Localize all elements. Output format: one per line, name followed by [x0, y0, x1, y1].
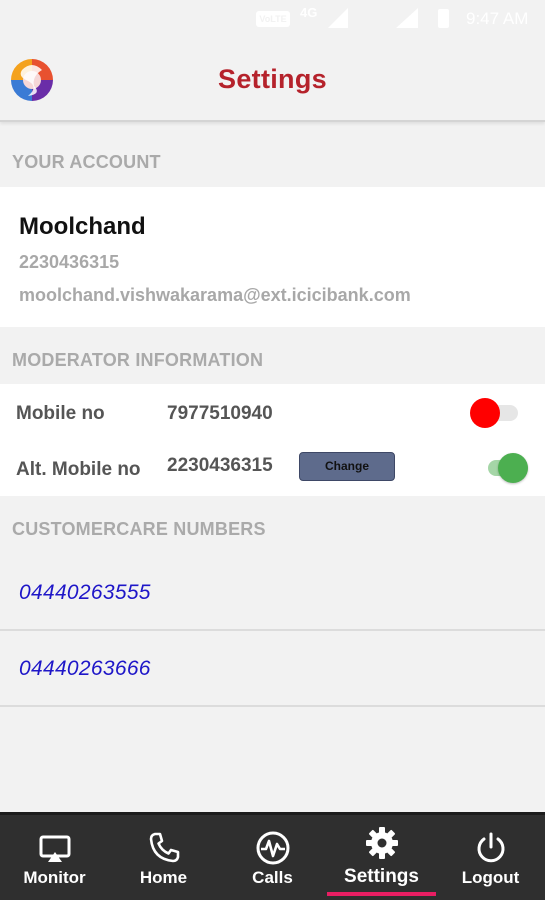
status-bar: VoLTE 4G 9:47 AM	[0, 0, 545, 38]
phone-icon	[149, 832, 179, 863]
section-title-customercare: CUSTOMERCARE NUMBERS	[12, 519, 266, 539]
gear-icon	[365, 827, 398, 859]
section-title-moderator: MODERATOR INFORMATION	[12, 350, 264, 370]
nav-label: Logout	[461, 868, 520, 887]
signal-icon	[396, 8, 418, 28]
power-icon	[477, 832, 504, 863]
account-phone: 2230436315	[19, 252, 120, 272]
account-email: moolchand.vishwakarama@ext.icicibank.com	[19, 285, 411, 305]
toggle-thumb	[470, 398, 500, 428]
nav-item-calls[interactable]: Calls	[218, 815, 327, 900]
alt-mobile-no-label: Alt. Mobile no	[16, 459, 141, 480]
section-title-your-account: YOUR ACCOUNT	[12, 152, 161, 172]
nav-label: Settings	[344, 866, 419, 887]
battery-icon	[438, 9, 449, 28]
mobile-no-label: Mobile no	[16, 403, 105, 424]
mobile-no-toggle[interactable]	[470, 396, 520, 430]
mobile-no-value: 7977510940	[167, 403, 273, 424]
alt-mobile-no-toggle[interactable]	[480, 451, 530, 485]
customercare-number-link[interactable]: 04440263555	[19, 581, 151, 605]
active-tab-indicator	[327, 892, 436, 896]
change-button[interactable]: Change	[299, 452, 395, 481]
nav-label: Calls	[252, 868, 293, 887]
network-type: 4G	[300, 5, 318, 20]
customercare-number-link[interactable]: 04440263666	[19, 657, 151, 681]
nav-item-settings[interactable]: Settings	[327, 815, 436, 900]
bottom-navigation: Monitor Home Calls Settings Logout	[0, 812, 545, 900]
account-card: Moolchand 2230436315 moolchand.vishwakar…	[0, 187, 545, 327]
nav-label: Monitor	[23, 868, 86, 887]
customercare-row[interactable]: 04440263666	[0, 633, 545, 707]
monitor-icon	[39, 835, 70, 862]
nav-item-monitor[interactable]: Monitor	[0, 815, 109, 900]
account-name: Moolchand	[19, 213, 146, 240]
nav-item-home[interactable]: Home	[109, 815, 218, 900]
nav-item-logout[interactable]: Logout	[436, 815, 545, 900]
toggle-thumb	[498, 453, 528, 483]
customercare-row[interactable]: 04440263555	[0, 557, 545, 631]
signal-icon	[328, 8, 348, 28]
volte-indicator: VoLTE	[256, 11, 290, 27]
clock: 9:47 AM	[466, 9, 529, 28]
app-header: Settings	[0, 38, 545, 122]
nav-label: Home	[139, 868, 188, 887]
moderator-card: Mobile no 7977510940 Alt. Mobile no 2230…	[0, 384, 545, 496]
alt-mobile-no-value: 2230436315	[167, 455, 273, 476]
activity-icon	[256, 831, 289, 865]
page-title: Settings	[218, 64, 327, 94]
